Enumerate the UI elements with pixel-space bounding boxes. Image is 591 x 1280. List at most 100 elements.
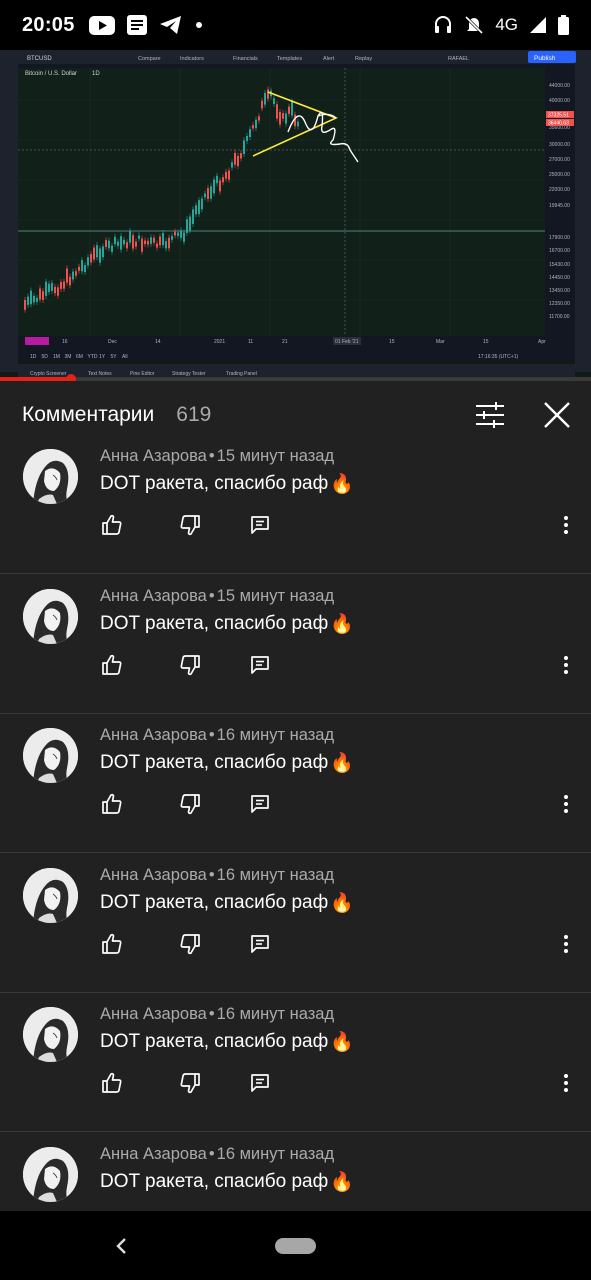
comment-body: DOT ракета, спасибо раф [100, 612, 329, 634]
time-tick-label: 16 [62, 339, 68, 345]
candle-body [213, 179, 215, 194]
avatar[interactable] [23, 588, 78, 644]
candle-body [273, 98, 275, 105]
candle-body [81, 260, 83, 272]
close-icon[interactable] [541, 399, 573, 431]
avatar[interactable] [23, 867, 78, 923]
dislike-button[interactable] [178, 653, 202, 677]
range-button: 1Y [99, 354, 106, 360]
clock: 20:05 [22, 13, 75, 36]
like-button[interactable] [100, 792, 124, 816]
avatar[interactable] [23, 1007, 78, 1062]
comment-author[interactable]: Анна Азарова [100, 587, 207, 605]
candle-body [267, 89, 269, 99]
thumbs-down-icon [178, 1073, 202, 1099]
price-tick-label: 14450.00 [549, 275, 570, 281]
price-tick-label: 30000.00 [549, 142, 570, 148]
reply-button[interactable] [248, 1071, 272, 1095]
fire-emoji: 🔥 [330, 753, 354, 774]
more-options-button[interactable] [556, 932, 576, 956]
sort-filter-icon[interactable] [474, 401, 506, 429]
time-tick-label: 2021 [214, 339, 225, 345]
comment-meta: Анна Азарова • 16 минут назад [100, 866, 334, 885]
more-vert-icon [556, 1074, 576, 1099]
like-button[interactable] [100, 653, 124, 677]
chart-interval: 1D [92, 71, 100, 77]
more-options-button[interactable] [556, 653, 576, 677]
reply-icon [248, 934, 272, 960]
price-tick-label: 17900.00 [549, 235, 570, 241]
reply-button[interactable] [248, 792, 272, 816]
candle-body [192, 209, 194, 224]
candle-body [72, 271, 74, 280]
range-button: 6M [76, 354, 83, 360]
chart-clock: 17:16:35 (UTC+1) [478, 354, 518, 360]
comment-meta: Анна Азарова • 16 минут назад [100, 726, 334, 745]
fire-emoji: 🔥 [330, 1032, 354, 1053]
fire-emoji: 🔥 [330, 892, 354, 914]
chart-symbol: BTCUSD [27, 56, 52, 62]
reply-button[interactable] [248, 513, 272, 537]
candle-body [96, 245, 98, 258]
time-tick-label: 14 [155, 339, 161, 345]
reply-button[interactable] [248, 932, 272, 956]
candle-body [282, 113, 284, 119]
comment-text: DOT ракета, спасибо раф 🔥 [100, 612, 354, 636]
fire-emoji: 🔥 [330, 613, 354, 635]
dislike-button[interactable] [178, 1071, 202, 1095]
range-button: 5D [42, 354, 49, 360]
price-tick-label: 13450.00 [549, 288, 570, 294]
comment-author[interactable]: Анна Азарова [100, 1145, 207, 1163]
toolbar-financials: Financials [233, 56, 258, 62]
comments-list[interactable]: Анна Азарова • 15 минут назад DOT ракета, с… [0, 449, 591, 1211]
dislike-button[interactable] [178, 513, 202, 537]
candle-body [51, 282, 53, 291]
comment-author[interactable]: Анна Азарова [100, 449, 207, 465]
home-pill[interactable] [275, 1238, 316, 1254]
meta-separator: • [208, 586, 215, 605]
candle-body [138, 235, 140, 239]
candle-body [288, 106, 290, 114]
like-button[interactable] [100, 513, 124, 537]
candle-body [135, 241, 137, 247]
candle-body [252, 125, 254, 129]
toolbar-templates: Templates [277, 56, 302, 62]
more-options-button[interactable] [556, 513, 576, 537]
comment-author[interactable]: Анна Азарова [100, 866, 207, 884]
mute-icon [465, 15, 484, 35]
battery-icon [558, 15, 569, 35]
more-options-button[interactable] [556, 1071, 576, 1095]
dislike-button[interactable] [178, 792, 202, 816]
reply-button[interactable] [248, 653, 272, 677]
like-button[interactable] [100, 1071, 124, 1095]
video-player[interactable]: Publish BTCUSD Compare Indicators Financ… [0, 50, 591, 380]
comment-time: 15 минут назад [216, 449, 335, 465]
back-icon[interactable] [112, 1233, 130, 1259]
fire-emoji: 🔥 [330, 1171, 354, 1193]
time-tick-label: 15 [483, 339, 489, 345]
candle-body [249, 129, 251, 138]
candle-body [177, 232, 179, 236]
dislike-button[interactable] [178, 932, 202, 956]
comment-body: DOT ракета, спасибо раф [100, 1031, 329, 1052]
comment-text: DOT ракета, спасибо раф 🔥 [100, 1170, 354, 1194]
avatar[interactable] [23, 449, 78, 504]
comment-author[interactable]: Анна Азарова [100, 726, 207, 744]
comment-text: DOT ракета, спасибо раф 🔥 [100, 751, 354, 775]
more-options-button[interactable] [556, 792, 576, 816]
candle-body [174, 231, 176, 236]
candle-body [207, 188, 209, 199]
reply-icon [248, 1074, 272, 1099]
candle-body [186, 219, 188, 233]
like-button[interactable] [100, 932, 124, 956]
comment-time: 15 минут назад [216, 586, 335, 605]
candle-body [291, 101, 293, 116]
price-tick-label: 27000.00 [549, 157, 570, 163]
comment-meta: Анна Азарова • 16 минут назад [100, 1145, 334, 1164]
candle-body [111, 245, 113, 252]
candle-body [48, 283, 50, 293]
comment-time: 16 минут назад [216, 1144, 335, 1163]
avatar[interactable] [23, 1146, 78, 1202]
comment-author[interactable]: Анна Азарова [100, 1005, 207, 1023]
avatar[interactable] [23, 728, 78, 783]
